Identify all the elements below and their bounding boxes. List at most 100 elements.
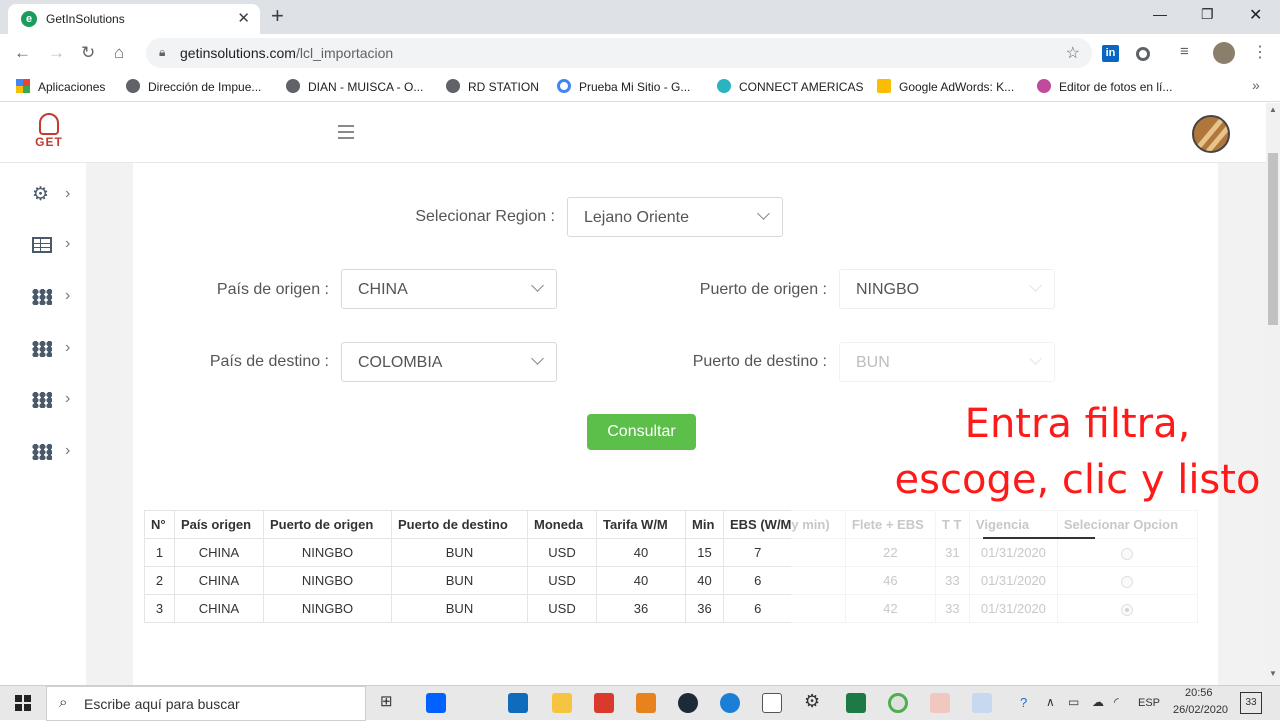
user-avatar[interactable] (1192, 115, 1230, 153)
scroll-up-icon[interactable]: ▲ (1269, 105, 1277, 114)
cloud-icon[interactable]: ☁ (1092, 695, 1104, 709)
bookmark-item[interactable]: Google AdWords: K... (877, 79, 1014, 94)
brand-logo[interactable]: GET (30, 113, 68, 155)
excel-icon[interactable] (846, 693, 866, 713)
settings-gear-icon[interactable]: ⚙ (804, 691, 824, 711)
taskbar-search-box[interactable]: ⌕ Escribe aquí para buscar (46, 686, 366, 721)
bookmarks-overflow-icon[interactable]: » (1252, 77, 1260, 93)
outlook-icon[interactable] (508, 693, 528, 713)
lock-icon: 🔒︎ (159, 45, 166, 59)
bookmarks-bar: Aplicaciones Dirección de Impue... DIAN … (0, 72, 1280, 102)
wps-icon[interactable] (594, 693, 614, 713)
chevron-up-icon[interactable]: ∧ (1046, 695, 1055, 709)
file-explorer-icon[interactable] (552, 693, 572, 713)
table-cell: NINGBO (263, 594, 392, 623)
extension-circle-icon[interactable] (1136, 47, 1150, 61)
page-scrollbar[interactable]: ▲ ▼ (1266, 103, 1280, 685)
sidebar-item-settings[interactable]: ⚙ › (32, 183, 78, 207)
table-cell: 40 (685, 566, 724, 595)
linkedin-extension-icon[interactable]: in (1102, 45, 1119, 62)
sidebar-item-apps-2[interactable]: › (32, 337, 78, 361)
language-indicator[interactable]: ESP (1138, 697, 1160, 709)
menu-toggle-icon[interactable] (338, 125, 354, 139)
table-cell: 01/31/2020 (968, 594, 1058, 623)
table-row[interactable]: 3 CHINA NINGBO BUN USD 36 36 6 42 33 01/… (144, 594, 1198, 623)
back-icon[interactable]: ← (14, 43, 31, 63)
dest-country-select[interactable]: COLOMBIA (341, 342, 557, 382)
chevron-right-icon: › (65, 339, 71, 356)
reload-icon[interactable]: ↻ (81, 43, 95, 63)
table-cell: BUN (391, 566, 528, 595)
address-bar[interactable]: 🔒︎ getinsolutions.com/lcl_importacion ☆ (146, 38, 1092, 68)
url-text[interactable]: getinsolutions.com/lcl_importacion (180, 45, 393, 61)
table-cell: 01/31/2020 (968, 566, 1058, 595)
dropbox-icon[interactable] (426, 693, 446, 713)
powerpoint-icon[interactable] (930, 693, 950, 713)
home-icon[interactable]: ⌂ (114, 43, 124, 63)
select-option-radio[interactable] (1121, 575, 1134, 588)
chevron-right-icon: › (65, 235, 71, 252)
select-option-radio[interactable] (1121, 547, 1134, 560)
bookmark-item[interactable]: Dirección de Impue... (126, 79, 261, 94)
annotation-overlay: Entra filtra, escoge, clic y listo (894, 401, 1261, 503)
edge-icon[interactable] (720, 693, 740, 713)
new-tab-icon[interactable]: + (271, 4, 284, 28)
chrome-icon[interactable] (888, 693, 908, 713)
clock-time[interactable]: 20:56 (1185, 687, 1213, 699)
help-icon[interactable]: ? (1020, 695, 1027, 710)
chevron-down-icon (757, 207, 770, 220)
origin-country-select[interactable]: CHINA (341, 269, 557, 309)
header-cell: T T (934, 510, 970, 539)
bookmark-item[interactable]: RD STATION (446, 79, 539, 94)
bookmark-item[interactable]: Editor de fotos en lí... (1037, 79, 1172, 94)
sidebar-item-apps-3[interactable]: › (32, 388, 78, 412)
bookmark-item[interactable]: CONNECT AMERICAS (717, 79, 863, 94)
apps-grid-icon (16, 79, 30, 93)
sidebar-item-apps-1[interactable]: › (32, 285, 78, 309)
battery-icon[interactable]: ▭ (1068, 695, 1079, 709)
restore-icon[interactable]: ❐ (1201, 6, 1214, 23)
origin-port-select[interactable]: NINGBO (839, 269, 1055, 309)
apps-grid-icon (32, 392, 52, 408)
forward-icon[interactable]: → (48, 43, 65, 63)
bookmark-item[interactable]: Aplicaciones (16, 79, 105, 94)
google-icon (557, 79, 571, 93)
clock-date[interactable]: 26/02/2020 (1173, 704, 1228, 716)
wifi-icon[interactable]: ◜ (1114, 695, 1119, 709)
table-row[interactable]: 2 CHINA NINGBO BUN USD 40 40 6 46 33 01/… (144, 566, 1198, 595)
sublime-icon[interactable] (636, 693, 656, 713)
dest-port-select[interactable]: BUN (839, 342, 1055, 382)
header-cell: Selecionar Opcion (1056, 510, 1198, 539)
bookmark-item[interactable]: Prueba Mi Sitio - G... (557, 79, 690, 94)
region-select[interactable]: Lejano Oriente (567, 197, 783, 237)
sidebar-item-apps-4[interactable]: › (32, 440, 78, 464)
table-cell: CHINA (174, 566, 264, 595)
browser-menu-icon[interactable]: ⋮ (1252, 42, 1268, 62)
table-cell: 7 (723, 538, 792, 567)
task-view-icon[interactable]: ⊞ (380, 692, 400, 712)
header-cell: Moneda (527, 510, 597, 539)
table-row[interactable]: 1 CHINA NINGBO BUN USD 40 15 7 22 31 01/… (144, 538, 1198, 567)
profile-avatar[interactable] (1213, 42, 1235, 64)
close-tab-icon[interactable]: ✕ (237, 9, 250, 27)
bookmark-star-icon[interactable]: ☆ (1066, 43, 1080, 63)
notifications-badge[interactable]: 33 (1240, 692, 1262, 714)
close-window-icon[interactable]: ✕ (1249, 5, 1262, 25)
windows-start-icon[interactable] (15, 695, 31, 711)
table-cell: USD (527, 566, 597, 595)
media-control-icon[interactable]: ≡ (1180, 43, 1189, 60)
word-icon[interactable] (972, 693, 992, 713)
consultar-button[interactable]: Consultar (587, 414, 696, 450)
region-label: Selecionar Region : (415, 208, 555, 225)
browser-tab[interactable]: e GetInSolutions ✕ (8, 4, 260, 34)
table-cell: NINGBO (263, 566, 392, 595)
scroll-down-icon[interactable]: ▼ (1269, 669, 1277, 678)
scroll-thumb[interactable] (1268, 153, 1278, 325)
snipping-tool-icon[interactable] (762, 693, 782, 713)
bookmark-item[interactable]: DIAN - MUISCA - O... (286, 79, 423, 94)
app-dark-icon[interactable] (678, 693, 698, 713)
minimize-icon[interactable]: — (1153, 6, 1167, 22)
sidebar-item-tables[interactable]: › (32, 233, 78, 257)
results-table: N° País origen Puerto de origen Puerto d… (144, 510, 1198, 623)
select-option-radio-selected[interactable] (1121, 603, 1134, 616)
